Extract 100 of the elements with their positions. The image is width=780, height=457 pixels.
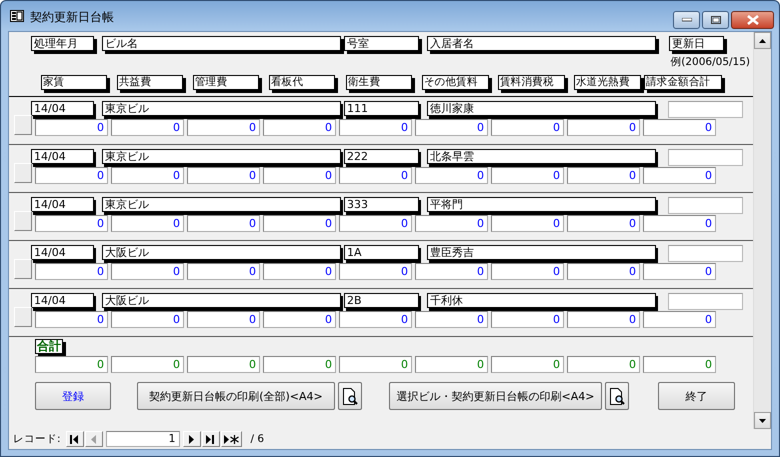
amount-field[interactable]: 0 <box>339 119 412 136</box>
amount-field[interactable]: 0 <box>263 119 336 136</box>
amount-field[interactable]: 0 <box>187 311 260 328</box>
tenant-field[interactable]: 千利休 <box>427 293 656 308</box>
amount-field[interactable]: 0 <box>643 263 716 280</box>
amount-field[interactable]: 0 <box>35 263 108 280</box>
month-field[interactable]: 14/04 <box>31 293 94 308</box>
command-button[interactable]: 登録 <box>35 382 111 410</box>
renewal-date-field[interactable] <box>668 197 743 214</box>
room-field[interactable]: 1A <box>344 245 419 260</box>
last-record-button[interactable] <box>202 431 220 447</box>
tenant-field[interactable]: 徳川家康 <box>427 101 656 116</box>
column-label: ビル名 <box>102 36 341 51</box>
amount-field[interactable]: 0 <box>567 263 640 280</box>
amount-field[interactable]: 0 <box>187 119 260 136</box>
month-field[interactable]: 14/04 <box>31 101 94 116</box>
amount-field[interactable]: 0 <box>491 119 564 136</box>
building-field[interactable]: 大阪ビル <box>102 245 341 260</box>
renewal-date-field[interactable] <box>668 149 743 166</box>
record-selector[interactable] <box>14 259 32 279</box>
room-field[interactable]: 2B <box>344 293 419 308</box>
building-field[interactable]: 東京ビル <box>102 197 341 212</box>
amount-field[interactable]: 0 <box>263 215 336 232</box>
tenant-field[interactable]: 平将門 <box>427 197 656 212</box>
amount-field[interactable]: 0 <box>415 215 488 232</box>
record-selector[interactable] <box>14 211 32 231</box>
amount-field[interactable]: 0 <box>111 215 184 232</box>
room-field[interactable]: 333 <box>344 197 419 212</box>
room-field[interactable]: 222 <box>344 149 419 164</box>
new-record-button[interactable] <box>220 431 242 447</box>
amount-field[interactable]: 0 <box>187 167 260 184</box>
amount-field[interactable]: 0 <box>111 263 184 280</box>
amount-field[interactable]: 0 <box>339 263 412 280</box>
amount-field[interactable]: 0 <box>567 119 640 136</box>
column-label: 衛生費 <box>346 75 412 90</box>
command-button[interactable]: 契約更新日台帳の印刷(全部)<A4> <box>137 382 335 410</box>
command-button[interactable]: 終了 <box>658 382 735 410</box>
amount-field[interactable]: 0 <box>35 167 108 184</box>
record-selector[interactable] <box>14 115 32 135</box>
amount-field[interactable]: 0 <box>35 311 108 328</box>
amount-field[interactable]: 0 <box>491 215 564 232</box>
amount-field[interactable]: 0 <box>111 311 184 328</box>
column-label: 共益費 <box>117 75 183 90</box>
amount-field[interactable]: 0 <box>263 311 336 328</box>
close-button[interactable] <box>731 11 774 29</box>
amount-field[interactable]: 0 <box>187 215 260 232</box>
amount-field[interactable]: 0 <box>263 263 336 280</box>
amount-field[interactable]: 0 <box>491 263 564 280</box>
month-field[interactable]: 14/04 <box>31 149 94 164</box>
amount-field[interactable]: 0 <box>643 311 716 328</box>
renewal-date-field[interactable] <box>668 293 743 310</box>
building-field[interactable]: 東京ビル <box>102 149 341 164</box>
next-record-button[interactable] <box>182 431 201 447</box>
room-field[interactable]: 111 <box>344 101 419 116</box>
record-selector[interactable] <box>14 307 32 327</box>
month-field[interactable]: 14/04 <box>31 197 94 212</box>
amount-field[interactable]: 0 <box>415 119 488 136</box>
renewal-date-field[interactable] <box>668 245 743 262</box>
scroll-up-button[interactable] <box>754 32 771 49</box>
tenant-field[interactable]: 豊臣秀吉 <box>427 245 656 260</box>
renewal-date-field[interactable] <box>668 101 743 118</box>
amount-field[interactable]: 0 <box>643 215 716 232</box>
record-selector[interactable] <box>14 163 32 183</box>
maximize-button[interactable] <box>702 11 729 29</box>
amount-field[interactable]: 0 <box>339 215 412 232</box>
amount-field[interactable]: 0 <box>339 167 412 184</box>
amount-field[interactable]: 0 <box>111 119 184 136</box>
tenant-field[interactable]: 北条早雲 <box>427 149 656 164</box>
total-amount-field: 0 <box>187 356 260 373</box>
amount-field[interactable]: 0 <box>567 167 640 184</box>
amount-field[interactable]: 0 <box>415 311 488 328</box>
first-record-button[interactable] <box>66 431 84 447</box>
amount-field[interactable]: 0 <box>339 311 412 328</box>
column-label: 更新日 <box>669 36 724 51</box>
total-amount-field: 0 <box>415 356 488 373</box>
amount-field[interactable]: 0 <box>35 215 108 232</box>
building-field[interactable]: 東京ビル <box>102 101 341 116</box>
vertical-scrollbar[interactable] <box>753 32 771 429</box>
amount-field[interactable]: 0 <box>415 263 488 280</box>
amount-field[interactable]: 0 <box>415 167 488 184</box>
amount-field[interactable]: 0 <box>643 167 716 184</box>
minimize-button[interactable] <box>673 11 700 29</box>
amount-field[interactable]: 0 <box>35 119 108 136</box>
up-arrow-icon <box>759 38 766 42</box>
amount-field[interactable]: 0 <box>187 263 260 280</box>
amount-field[interactable]: 0 <box>491 311 564 328</box>
print-preview-button[interactable] <box>338 382 362 410</box>
amount-field[interactable]: 0 <box>567 215 640 232</box>
print-preview-button[interactable] <box>605 382 629 410</box>
amount-field[interactable]: 0 <box>567 311 640 328</box>
month-field[interactable]: 14/04 <box>31 245 94 260</box>
amount-field[interactable]: 0 <box>491 167 564 184</box>
total-amount-field: 0 <box>111 356 184 373</box>
amount-field[interactable]: 0 <box>263 167 336 184</box>
building-field[interactable]: 大阪ビル <box>102 293 341 308</box>
scroll-down-button[interactable] <box>754 412 771 429</box>
command-button[interactable]: 選択ビル・契約更新日台帳の印刷<A4> <box>389 382 602 410</box>
amount-field[interactable]: 0 <box>643 119 716 136</box>
amount-field[interactable]: 0 <box>111 167 184 184</box>
record-number-field[interactable]: 1 <box>106 431 180 447</box>
